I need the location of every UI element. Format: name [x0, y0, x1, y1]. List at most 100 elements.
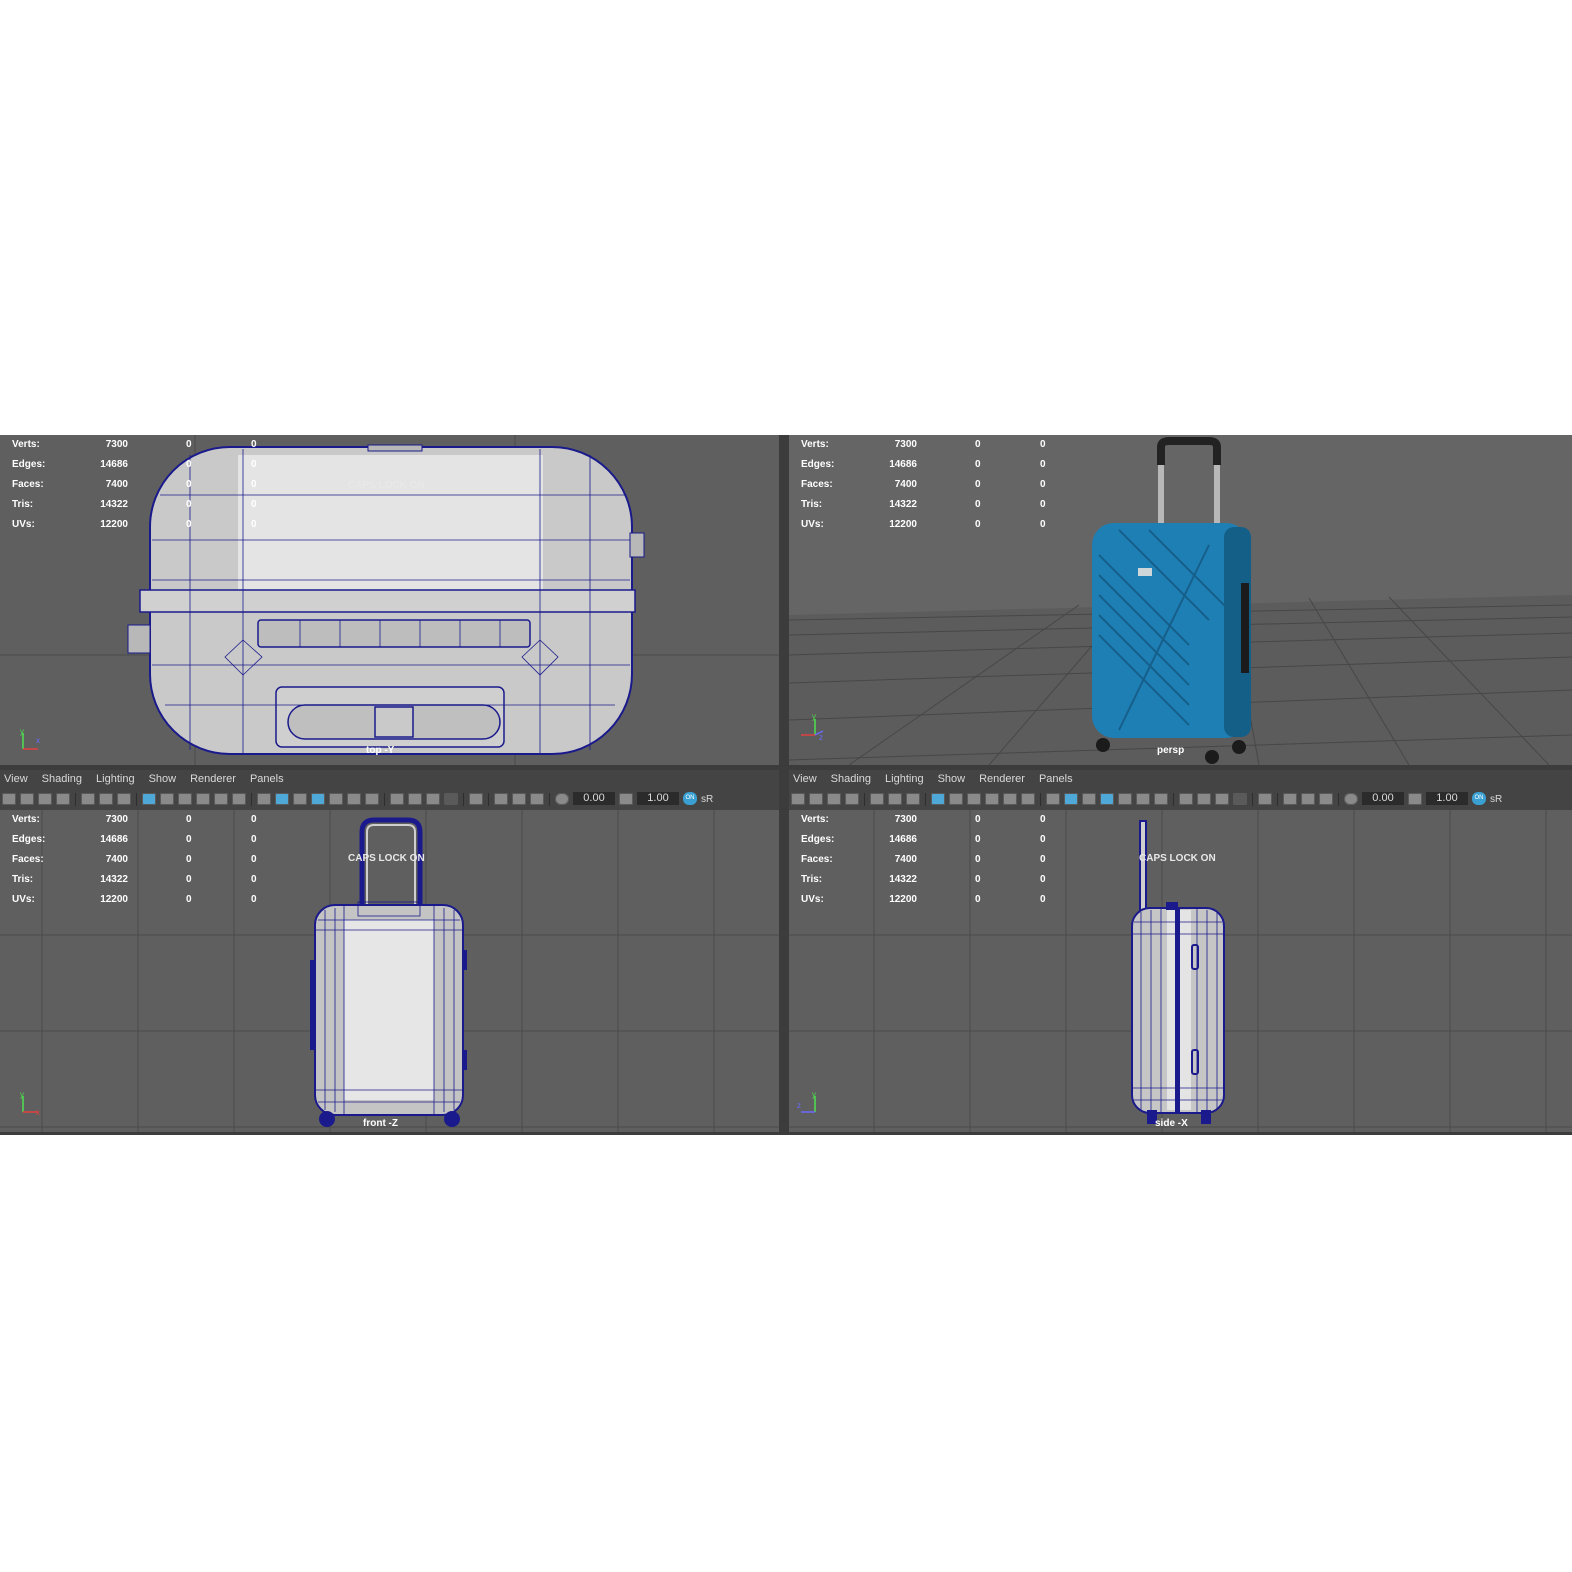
menu-show[interactable]: Show	[149, 773, 177, 785]
bookmark-icon[interactable]	[845, 793, 859, 805]
xray-joint-icon[interactable]	[1179, 793, 1193, 805]
wireframe-on-shaded-icon[interactable]	[1082, 793, 1096, 805]
menu-view[interactable]: View	[4, 773, 28, 785]
xray-icon[interactable]	[1118, 793, 1132, 805]
hud-uv-count: 0	[251, 874, 257, 885]
safe-title-icon[interactable]	[232, 793, 246, 805]
ambient-occlusion-icon[interactable]	[408, 793, 422, 805]
exposure-field[interactable]: 0.00	[1362, 792, 1404, 805]
bookmark-icon[interactable]	[827, 793, 841, 805]
toolbar-separator	[463, 793, 464, 806]
smooth-shade-icon[interactable]	[1064, 793, 1078, 805]
gamma-icon[interactable]	[1408, 793, 1422, 805]
menu-lighting[interactable]: Lighting	[885, 773, 924, 785]
grid-icon[interactable]	[142, 793, 156, 805]
2d-pan-icon[interactable]	[888, 793, 902, 805]
motion-blur-icon[interactable]	[1215, 793, 1229, 805]
exposure-icon[interactable]	[1344, 793, 1358, 805]
menu-shading[interactable]: Shading	[42, 773, 82, 785]
textured-icon[interactable]	[311, 793, 325, 805]
hud-selected-count: 0	[975, 479, 981, 490]
menu-renderer[interactable]: Renderer	[190, 773, 236, 785]
menu-panels[interactable]: Panels	[1039, 773, 1073, 785]
grease-pencil-icon[interactable]	[870, 793, 884, 805]
hud-selected-count: 0	[186, 499, 192, 510]
smooth-shade-icon[interactable]	[275, 793, 289, 805]
exposure-icon[interactable]	[555, 793, 569, 805]
axis-indicator-icon: yz	[797, 1090, 816, 1113]
frame-all-icon[interactable]	[530, 793, 544, 805]
hud-label: Tris:	[12, 874, 34, 885]
menu-view[interactable]: View	[793, 773, 817, 785]
shadow-icon[interactable]	[365, 793, 379, 805]
grid-icon[interactable]	[931, 793, 945, 805]
gamma-field[interactable]: 1.00	[1426, 792, 1468, 805]
xray-joint-icon[interactable]	[390, 793, 404, 805]
panel-menu-bar: View Shading Lighting Show Renderer Panels	[789, 770, 1572, 788]
grease-pencil-icon[interactable]	[81, 793, 95, 805]
shadow-icon[interactable]	[1154, 793, 1168, 805]
safe-action-icon[interactable]	[196, 793, 210, 805]
camera-near-icon[interactable]	[494, 793, 508, 805]
2d-pan-icon[interactable]	[99, 793, 113, 805]
motion-blur-icon[interactable]	[426, 793, 440, 805]
hud-uv-count: 0	[1040, 479, 1046, 490]
ambient-occlusion-icon[interactable]	[1197, 793, 1211, 805]
camera-icon[interactable]	[2, 793, 16, 805]
menu-panels[interactable]: Panels	[250, 773, 284, 785]
textured-icon[interactable]	[1100, 793, 1114, 805]
film-gate-icon[interactable]	[949, 793, 963, 805]
camera-far-icon[interactable]	[512, 793, 526, 805]
viewport-top[interactable]: Verts: 7300 0 0 Edges: 14686 0 0 Faces: 7400 0 0 Tri…	[0, 435, 779, 765]
menu-shading[interactable]: Shading	[831, 773, 871, 785]
axis-indicator-icon: yx	[20, 1090, 40, 1117]
pencil-icon[interactable]	[906, 793, 920, 805]
anti-alias-icon[interactable]	[444, 793, 458, 805]
light-icon[interactable]	[1136, 793, 1150, 805]
wireframe-icon[interactable]	[1046, 793, 1060, 805]
bookmark-icon[interactable]	[38, 793, 52, 805]
hud-uv-count: 0	[251, 519, 257, 530]
camera-icon[interactable]	[791, 793, 805, 805]
viewport-side[interactable]: Verts: 7300 0 0 Edges: 14686 0 0 Faces: 7400 0 0 Tri…	[789, 810, 1572, 1132]
camera-far-icon[interactable]	[1301, 793, 1315, 805]
field-chart-icon[interactable]	[214, 793, 228, 805]
xray-icon[interactable]	[329, 793, 343, 805]
bookmark-icon[interactable]	[56, 793, 70, 805]
resolution-gate-icon[interactable]	[178, 793, 192, 805]
viewport-persp[interactable]: Verts: 7300 0 0 Edges: 14686 0 0 Faces: 7400 0 0 Tri…	[789, 435, 1572, 765]
anti-alias-icon[interactable]	[1233, 793, 1247, 805]
resolution-gate-icon[interactable]	[967, 793, 981, 805]
safe-action-icon[interactable]	[985, 793, 999, 805]
axis-indicator-icon: yx	[20, 727, 40, 750]
camera-near-icon[interactable]	[1283, 793, 1297, 805]
wireframe-icon[interactable]	[257, 793, 271, 805]
toolbar-separator	[75, 793, 76, 806]
gamma-field[interactable]: 1.00	[637, 792, 679, 805]
viewport-front[interactable]: Verts: 7300 0 0 Edges: 14686 0 0 Faces: 7400 0 0 Tri…	[0, 810, 779, 1132]
menu-lighting[interactable]: Lighting	[96, 773, 135, 785]
isolate-icon[interactable]	[469, 793, 483, 805]
frame-all-icon[interactable]	[1319, 793, 1333, 805]
field-chart-icon[interactable]	[1003, 793, 1017, 805]
hud-label: Tris:	[12, 499, 34, 510]
safe-title-icon[interactable]	[1021, 793, 1035, 805]
caps-lock-indicator: CAPS LOCK ON	[1139, 853, 1216, 864]
isolate-icon[interactable]	[1258, 793, 1272, 805]
pencil-icon[interactable]	[117, 793, 131, 805]
camera-attr-icon[interactable]	[809, 793, 823, 805]
color-management-toggle[interactable]: ON	[1472, 792, 1486, 805]
menu-renderer[interactable]: Renderer	[979, 773, 1025, 785]
gamma-icon[interactable]	[619, 793, 633, 805]
light-icon[interactable]	[347, 793, 361, 805]
toolbar-separator	[251, 793, 252, 806]
camera-attr-icon[interactable]	[20, 793, 34, 805]
color-management-toggle[interactable]: ON	[683, 792, 697, 805]
menu-show[interactable]: Show	[938, 773, 966, 785]
suitcase-side-wireframe	[1131, 820, 1225, 1124]
hud-uv-count: 0	[1040, 894, 1046, 905]
wireframe-on-shaded-icon[interactable]	[293, 793, 307, 805]
film-gate-icon[interactable]	[160, 793, 174, 805]
exposure-field[interactable]: 0.00	[573, 792, 615, 805]
hud-value: 14686	[100, 834, 128, 845]
